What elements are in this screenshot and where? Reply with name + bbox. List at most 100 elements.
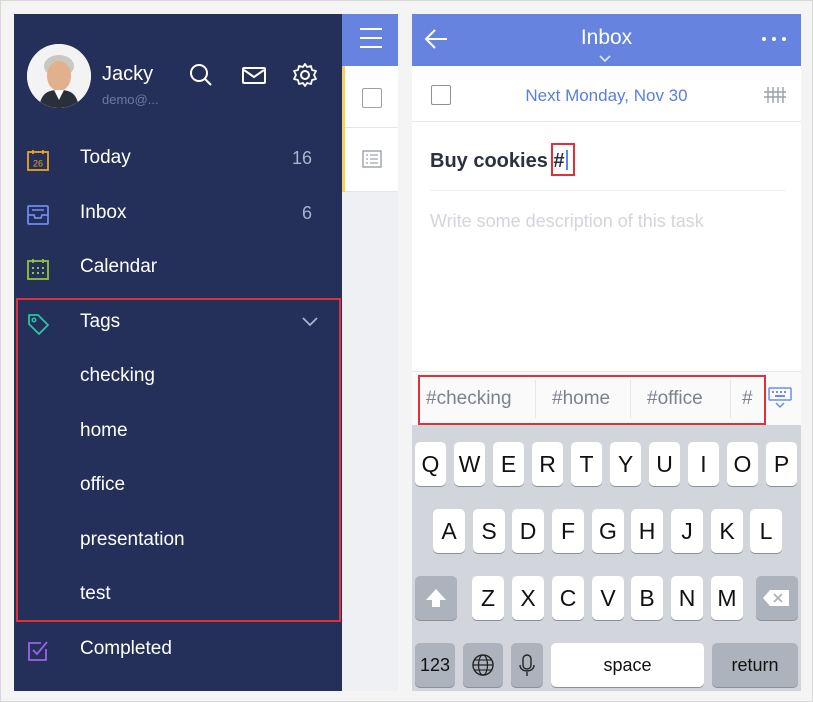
key[interactable]: M [711, 576, 743, 620]
shift-key[interactable] [415, 576, 457, 620]
shift-icon [426, 589, 446, 607]
microphone-key[interactable] [511, 643, 543, 687]
nav-item-tags[interactable]: Tags [14, 297, 342, 351]
key[interactable]: L [750, 509, 782, 553]
mail-icon[interactable] [241, 62, 267, 88]
title-divider [430, 190, 785, 191]
gear-icon[interactable] [292, 62, 318, 88]
space-key[interactable]: space [551, 643, 704, 687]
key[interactable]: U [649, 442, 680, 486]
task-checkbox[interactable] [362, 88, 382, 108]
tag-suggestion[interactable]: #home [552, 388, 610, 410]
chevron-down-icon[interactable] [302, 317, 318, 327]
nav-item-calendar[interactable]: Calendar [14, 242, 342, 296]
ios-keyboard: Q W E R T Y U I O P A S D F G H J K L Z … [412, 425, 801, 691]
key[interactable]: G [592, 509, 624, 553]
tag-suggestion[interactable]: # [742, 388, 753, 410]
tag-item[interactable]: checking [14, 351, 342, 405]
key[interactable]: A [433, 509, 465, 553]
nav-label-calendar: Calendar [80, 256, 158, 277]
priority-icon[interactable] [763, 84, 787, 106]
key[interactable]: N [671, 576, 703, 620]
tag-item[interactable]: home [14, 406, 342, 460]
key[interactable]: X [512, 576, 544, 620]
user-email: demo@... [102, 92, 159, 107]
menu-icon[interactable] [360, 28, 382, 48]
tag-label: test [80, 583, 111, 604]
key[interactable]: J [671, 509, 703, 553]
description-input[interactable]: Write some description of this task [430, 211, 704, 232]
task-title-input[interactable]: Buy cookies # [430, 150, 568, 173]
key[interactable]: S [473, 509, 505, 553]
key[interactable]: T [571, 442, 602, 486]
text-cursor [565, 150, 568, 170]
header-title[interactable]: Inbox [412, 26, 801, 50]
key[interactable]: I [688, 442, 719, 486]
tag-label: checking [80, 365, 155, 386]
key[interactable]: E [493, 442, 524, 486]
today-icon-day: 26 [33, 159, 43, 169]
nav-item-completed[interactable]: Completed [14, 624, 342, 678]
delete-key[interactable] [756, 576, 798, 620]
globe-icon [472, 654, 494, 676]
nav-label-inbox: Inbox [80, 202, 127, 223]
tag-item[interactable]: presentation [14, 515, 342, 569]
delete-icon [763, 590, 789, 606]
task-title-tag: # [553, 150, 565, 172]
user-name: Jacky [102, 63, 154, 85]
key[interactable]: B [631, 576, 663, 620]
key[interactable]: P [766, 442, 797, 486]
calendar-icon [26, 257, 50, 281]
numbers-key[interactable]: 123 [415, 643, 455, 687]
nav-label-tags: Tags [80, 311, 121, 332]
nav-label-completed: Completed [80, 638, 172, 659]
key[interactable]: D [512, 509, 544, 553]
priority-bar [342, 66, 345, 192]
keyboard-hide-icon[interactable] [767, 386, 793, 410]
tag-icon [26, 312, 50, 336]
tag-label: home [80, 420, 128, 441]
key[interactable]: W [454, 442, 485, 486]
task-preview-row[interactable] [342, 128, 398, 192]
suggestion-divider [730, 380, 731, 418]
tag-suggestion[interactable]: #checking [426, 388, 512, 410]
key[interactable]: O [727, 442, 758, 486]
key[interactable]: K [711, 509, 743, 553]
key[interactable]: Q [415, 442, 446, 486]
screenshot-frame: Jacky demo@... 26 Today 16 Inbox 6 Calen… [0, 0, 813, 702]
key[interactable]: F [552, 509, 584, 553]
due-date[interactable]: Next Monday, Nov 30 [412, 86, 801, 106]
tag-label: presentation [80, 529, 185, 550]
key[interactable]: V [592, 576, 624, 620]
return-key[interactable]: return [712, 643, 798, 687]
caret-down-icon[interactable] [599, 55, 611, 63]
task-list-header [342, 14, 398, 66]
navigation-drawer: Jacky demo@... 26 Today 16 Inbox 6 Calen… [14, 14, 342, 691]
key[interactable]: C [552, 576, 584, 620]
inbox-icon [26, 203, 50, 227]
due-date-row: Next Monday, Nov 30 [412, 66, 801, 122]
tag-suggestion-bar: #checking #home #office # [412, 371, 801, 425]
suggestion-divider [535, 380, 536, 418]
key[interactable]: H [631, 509, 663, 553]
tag-item[interactable]: office [14, 460, 342, 514]
today-icon: 26 [26, 148, 50, 172]
task-list-preview [342, 14, 398, 691]
key[interactable]: Y [610, 442, 641, 486]
globe-key[interactable] [463, 643, 503, 687]
tag-label: office [80, 474, 126, 495]
avatar[interactable] [27, 44, 91, 108]
suggestion-divider [630, 380, 631, 418]
nav-item-inbox[interactable]: Inbox 6 [14, 188, 342, 242]
more-icon[interactable] [761, 36, 787, 42]
search-icon[interactable] [188, 62, 214, 88]
inbox-count: 6 [301, 203, 312, 223]
key[interactable]: Z [472, 576, 504, 620]
tag-suggestion[interactable]: #office [647, 388, 703, 410]
key[interactable]: R [532, 442, 563, 486]
completed-icon [26, 639, 50, 663]
task-detail-panel: Inbox Next Monday, Nov 30 Buy cookies # … [412, 14, 801, 691]
nav-item-today[interactable]: 26 Today 16 [14, 133, 342, 187]
task-preview-row[interactable] [342, 66, 398, 128]
tag-item[interactable]: test [14, 569, 342, 623]
